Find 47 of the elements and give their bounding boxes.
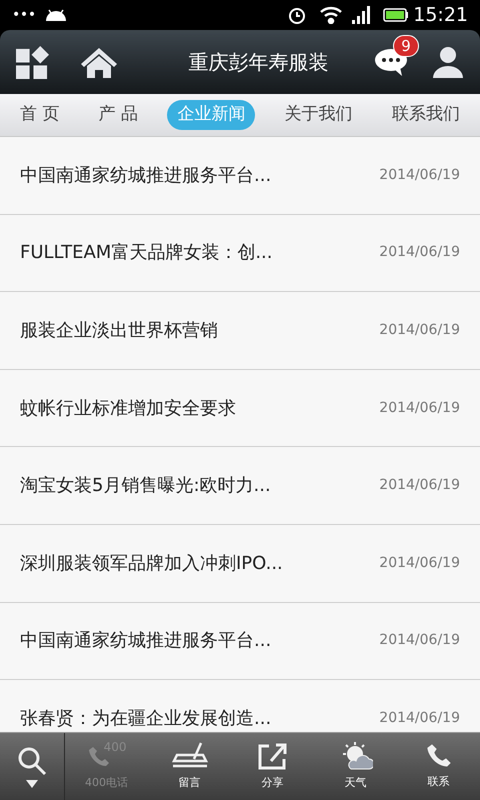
news-title: 服装企业淡出世界杯营销 [20, 318, 219, 343]
news-title: 蚊帐行业标准增加安全要求 [20, 396, 237, 421]
news-row[interactable]: 张春贤：为在疆企业发展创造... 2014/06/19 [0, 680, 480, 732]
clock-text: 15:21 [413, 2, 468, 28]
caret-icon [26, 780, 38, 788]
news-row[interactable]: FULLTEAM富天品牌女装：创... 2014/06/19 [0, 214, 480, 292]
share-icon [256, 741, 288, 772]
apps-icon[interactable] [16, 46, 49, 78]
robot-icon [44, 7, 68, 23]
alarm-icon [287, 5, 308, 25]
news-date: 2014/06/19 [379, 631, 460, 650]
news-title: 淘宝女装5月销售曝光:欧时力... [20, 474, 272, 498]
toolbar-button[interactable]: 天气 [314, 733, 397, 800]
news-date: 2014/06/19 [379, 398, 460, 418]
nav-tab[interactable]: 首 页 [10, 100, 70, 130]
news-date: 2014/06/19 [379, 708, 460, 728]
news-date: 2014/06/19 [379, 166, 460, 185]
news-row[interactable]: 蚊帐行业标准增加安全要求 2014/06/19 [0, 370, 480, 448]
news-row[interactable]: 中国南通家纺城推进服务平台... 2014/06/19 [0, 137, 480, 215]
wifi-icon [319, 6, 344, 24]
news-title: FULLTEAM富天品牌女装：创... [20, 241, 274, 266]
toolbar-button[interactable]: 分享 [231, 733, 314, 800]
news-row[interactable]: 中国南通家纺城推进服务平台... 2014/06/19 [0, 602, 480, 680]
news-row[interactable]: 淘宝女装5月销售曝光:欧时力... 2014/06/19 [0, 447, 480, 525]
message-badge: 9 [393, 35, 419, 57]
toolbar-button[interactable]: 联系 [397, 733, 480, 800]
news-row[interactable]: 深圳服装领军品牌加入冲刺IPO... 2014/06/19 [0, 524, 480, 603]
search-icon [17, 746, 47, 776]
battery-icon [383, 8, 410, 22]
news-title: 深圳服装领军品牌加入冲刺IPO... [20, 552, 284, 576]
user-icon[interactable] [432, 46, 464, 78]
toolbar-button[interactable]: 留言 [148, 733, 231, 800]
news-date: 2014/06/19 [379, 476, 460, 496]
nav-tab[interactable]: 产 品 [88, 100, 148, 130]
signal-icon [351, 6, 372, 24]
news-title: 中国南通家纺城推进服务平台... [20, 629, 272, 654]
news-date: 2014/06/19 [379, 243, 460, 262]
news-date: 2014/06/19 [379, 554, 460, 573]
app-title: 重庆彭年寿服装 [188, 49, 328, 76]
home-icon[interactable] [79, 46, 119, 78]
news-title: 张春贤：为在疆企业发展创造... [20, 706, 272, 731]
news-row[interactable]: 服装企业淡出世界杯营销 2014/06/19 [0, 292, 480, 370]
news-date: 2014/06/19 [379, 320, 460, 340]
nav-tab[interactable]: 关于我们 [274, 100, 363, 130]
nav-tab[interactable]: 联系我们 [382, 100, 470, 130]
news-title: 中国南通家纺城推进服务平台... [20, 164, 272, 188]
notification-dots: ••• [12, 6, 36, 24]
